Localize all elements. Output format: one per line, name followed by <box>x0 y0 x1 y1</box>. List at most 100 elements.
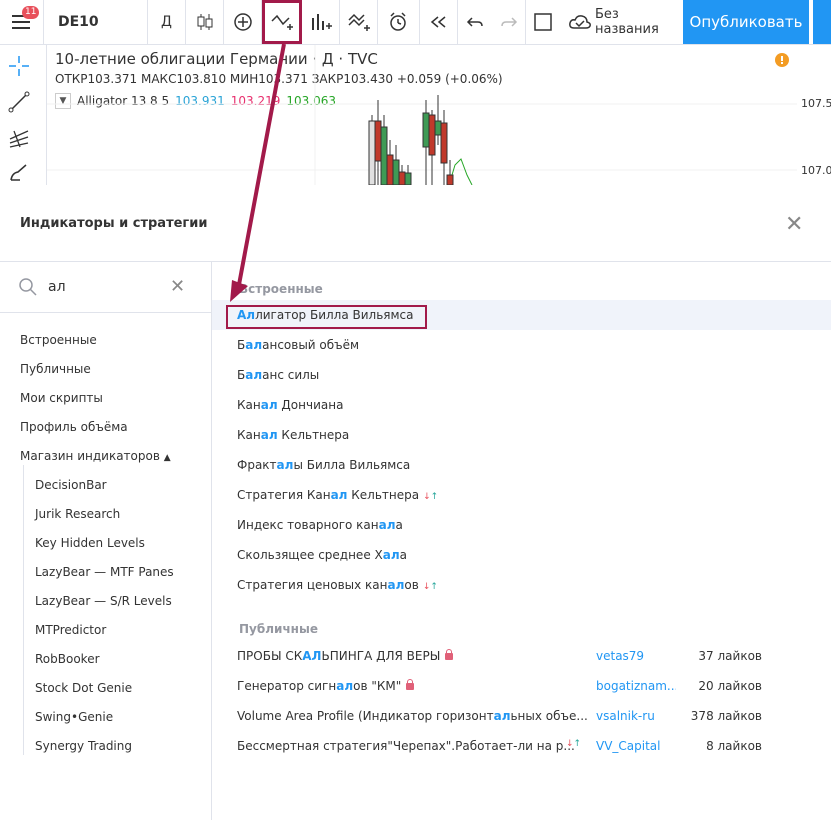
indicator-name: Стратегия Канал Кельтнера ↓↑ <box>237 488 439 502</box>
indicator-name: Индекс товарного канала <box>237 518 403 532</box>
category-builtin[interactable]: Встроенные <box>20 333 97 347</box>
candles-plot <box>47 45 797 185</box>
script-likes: 8 лайков <box>706 739 762 753</box>
menu-button[interactable]: 11 <box>0 0 44 44</box>
clear-search-icon[interactable]: ✕ <box>170 276 185 297</box>
annotation-highlight-box <box>226 305 427 329</box>
section-builtin-header: Встроенные <box>239 282 323 296</box>
pitchfork-tool[interactable] <box>6 125 32 151</box>
store-item[interactable]: Jurik Research <box>35 507 120 521</box>
strategy-arrows-icon: ↓↑ <box>566 739 582 749</box>
pitchfork-icon <box>9 130 29 148</box>
public-script-row[interactable]: ПРОБЫ СКАЛЬПИНГА ДЛЯ ВЕРЫ vetas79 37 лай… <box>212 641 831 671</box>
strategy-arrows-icon: ↓↑ <box>423 492 439 502</box>
store-item[interactable]: LazyBear — S/R Levels <box>35 594 172 608</box>
indicators-list: Встроенные Аллигатор Билла Вильямса Бала… <box>212 262 831 820</box>
publish-button[interactable]: Опубликовать <box>683 0 809 44</box>
interval-button[interactable]: Д <box>148 0 186 44</box>
public-script-row[interactable]: Бессмертная стратегия"Черепах".Работает-… <box>212 731 831 761</box>
crosshair-tool[interactable] <box>6 53 32 79</box>
indicator-row[interactable]: Фракталы Билла Вильямса <box>212 450 831 480</box>
price-label-top: 107.5 <box>801 97 831 110</box>
indicators-dialog-header: Индикаторы и стратегии ✕ <box>0 186 831 262</box>
indicator-row[interactable]: Балансовый объём <box>212 330 831 360</box>
bars-plus-icon <box>311 14 332 30</box>
indicator-name: Стратегия ценовых каналов ↓↑ <box>237 578 438 592</box>
indicator-wave-icon <box>270 14 293 30</box>
store-item[interactable]: Stock Dot Genie <box>35 681 132 695</box>
category-volume-profile[interactable]: Профиль объёма <box>20 420 128 434</box>
indicator-row[interactable]: Баланс силы <box>212 360 831 390</box>
store-item[interactable]: Synergy Trading <box>35 739 132 753</box>
search-icon <box>19 278 37 296</box>
indicator-name: Скользящее среднее Хала <box>237 548 407 562</box>
undo-button[interactable] <box>458 0 492 44</box>
public-script-row[interactable]: Volume Area Profile (Индикатор горизонта… <box>212 701 831 731</box>
redo-button[interactable] <box>492 0 526 44</box>
strategy-arrows-icon: ↓↑ <box>422 582 438 592</box>
symbol-search-button[interactable]: DE10 <box>44 0 148 44</box>
script-name: Генератор сигналов "КМ" <box>237 679 415 693</box>
indicator-row[interactable]: Канал Дончиана <box>212 390 831 420</box>
cloud-check-icon <box>569 15 591 29</box>
undo-icon <box>466 17 483 27</box>
category-store[interactable]: Магазин индикаторов ▲ <box>20 449 171 463</box>
script-name: Volume Area Profile (Индикатор горизонта… <box>237 709 588 723</box>
price-label-bottom: 107.0 <box>801 164 831 177</box>
indicator-name: Фракталы Билла Вильямса <box>237 458 411 472</box>
redo-icon <box>500 17 517 27</box>
templates-button[interactable] <box>340 0 378 44</box>
lock-icon <box>406 679 415 690</box>
chart-area[interactable]: 10-летние облигации Германии · Д · TVC О… <box>47 45 831 185</box>
indicators-button[interactable] <box>262 0 302 44</box>
category-my-scripts[interactable]: Мои скрипты <box>20 391 103 405</box>
script-likes: 378 лайков <box>690 709 762 723</box>
brush-icon <box>10 164 27 181</box>
crosshair-icon <box>9 56 29 76</box>
store-item[interactable]: DecisionBar <box>35 478 107 492</box>
category-store-label: Магазин индикаторов <box>20 449 160 463</box>
top-toolbar: 11 DE10 Д Без названия Опубликовать <box>0 0 831 45</box>
store-tree-line <box>23 465 24 755</box>
indicator-row[interactable]: Индекс товарного канала <box>212 510 831 540</box>
category-public[interactable]: Публичные <box>20 362 91 376</box>
compare-button[interactable] <box>224 0 262 44</box>
bar-style-button[interactable] <box>186 0 224 44</box>
search-input[interactable] <box>48 276 158 298</box>
public-script-row[interactable]: Генератор сигналов "КМ" bogatiznam... 20… <box>212 671 831 701</box>
store-item[interactable]: Swing•Genie <box>35 710 113 724</box>
strategy-row[interactable]: Стратегия ценовых каналов ↓↑ <box>212 570 831 600</box>
store-item[interactable]: Key Hidden Levels <box>35 536 145 550</box>
brush-tool[interactable] <box>6 159 32 185</box>
script-author[interactable]: bogatiznam... <box>596 679 676 693</box>
store-item[interactable]: LazyBear — MTF Panes <box>35 565 174 579</box>
script-name: Бессмертная стратегия"Черепах".Работает-… <box>237 739 575 753</box>
drawing-toolbar <box>0 45 47 185</box>
lock-icon <box>445 649 454 660</box>
trendline-tool[interactable] <box>6 89 32 115</box>
square-icon <box>534 13 552 31</box>
script-likes: 37 лайков <box>698 649 762 663</box>
publish-more-button[interactable] <box>811 0 831 44</box>
indicator-row[interactable]: Скользящее среднее Хала <box>212 540 831 570</box>
indicator-name: Канал Дончиана <box>237 398 344 412</box>
store-item[interactable]: RobBooker <box>35 652 100 666</box>
alert-button[interactable] <box>378 0 420 44</box>
script-author[interactable]: vetas79 <box>596 649 676 663</box>
save-layout-button[interactable]: Без названия <box>562 0 683 44</box>
dialog-title: Индикаторы и стратегии <box>20 216 208 231</box>
financials-button[interactable] <box>302 0 340 44</box>
script-author[interactable]: VV_Capital <box>596 739 676 753</box>
plus-circle-icon <box>233 13 252 31</box>
warning-icon[interactable] <box>775 53 789 67</box>
close-icon[interactable]: ✕ <box>785 212 803 237</box>
store-item[interactable]: MTPredictor <box>35 623 106 637</box>
fullscreen-button[interactable] <box>526 0 560 44</box>
script-name: ПРОБЫ СКАЛЬПИНГА ДЛЯ ВЕРЫ <box>237 649 454 663</box>
script-author[interactable]: vsalnik-ru <box>596 709 676 723</box>
replay-button[interactable] <box>420 0 458 44</box>
candles-icon <box>197 14 212 30</box>
strategy-row[interactable]: Стратегия Канал Кельтнера ↓↑ <box>212 480 831 510</box>
indicator-row[interactable]: Канал Кельтнера <box>212 420 831 450</box>
waves-plus-icon <box>347 13 370 31</box>
